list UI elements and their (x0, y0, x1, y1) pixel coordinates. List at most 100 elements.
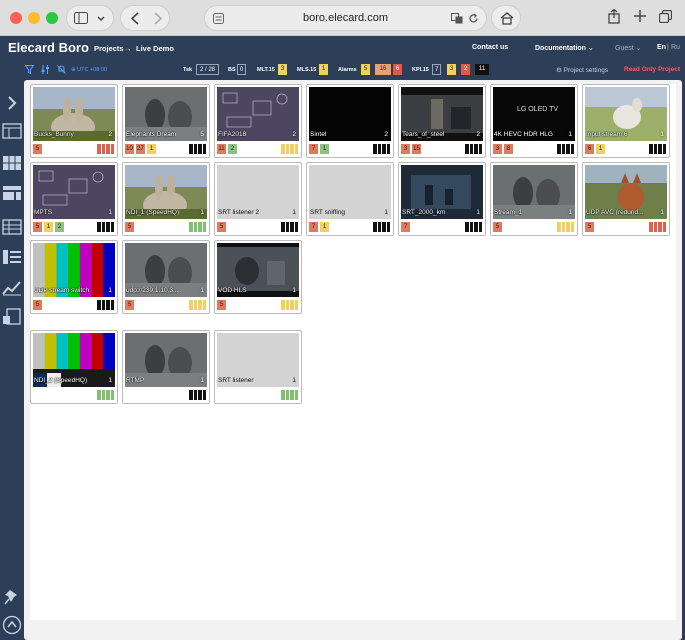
alert-badge[interactable]: 2 (228, 144, 237, 154)
alert-badge[interactable]: 5 (33, 300, 42, 310)
stream-tile[interactable]: Elephants Dream 5 10 27 1 (122, 84, 210, 158)
kpi-value-4[interactable]: 11 (475, 64, 489, 75)
alert-badge[interactable]: 2 (55, 222, 64, 232)
dashboard-icon[interactable] (2, 122, 22, 140)
alert-badge[interactable]: 8 (504, 144, 513, 154)
alert-badge[interactable]: 5 (585, 222, 594, 232)
stream-tile[interactable]: Stream_1 1 5 (490, 162, 578, 236)
kpi-value-1[interactable]: 7 (432, 64, 442, 75)
mute-icon[interactable] (57, 65, 66, 74)
back-icon[interactable] (131, 12, 139, 25)
mls-value[interactable]: 1 (319, 64, 328, 75)
tab-overview-icon[interactable] (659, 10, 672, 23)
alert-badge[interactable]: 5 (33, 144, 42, 154)
alert-badge[interactable]: 5 (217, 300, 226, 310)
contact-link[interactable]: Contact us (472, 44, 508, 51)
mls-label: MLS.15 (297, 67, 317, 73)
stream-tile[interactable]: VOD HLS 1 5 (214, 240, 302, 314)
lang-en[interactable]: En (657, 44, 666, 51)
stream-tile[interactable]: udp://239.1.10.3... 1 5 (122, 240, 210, 314)
alert-badge[interactable]: 7 (309, 144, 318, 154)
stream-tile[interactable]: Bucks_Bunny 2 5 (30, 84, 118, 158)
mlt-value[interactable]: 3 (278, 64, 287, 75)
tsk-value[interactable]: 2 / 28 (196, 64, 219, 75)
alert-badge[interactable]: 7 (309, 222, 318, 232)
translate-icon[interactable] (451, 13, 463, 24)
alarm-major-count[interactable]: 16 (375, 64, 391, 75)
alarm-warning-count[interactable]: 5 (361, 64, 370, 75)
signal-bars-icon (649, 222, 666, 232)
alert-badge[interactable]: 3 (493, 144, 502, 154)
home-button[interactable] (491, 5, 521, 31)
chart-icon[interactable] (2, 279, 22, 297)
table-icon[interactable] (2, 218, 22, 236)
alert-badge[interactable]: 5 (125, 222, 134, 232)
alert-badge[interactable]: 5 (125, 300, 134, 310)
breadcrumb-projects[interactable]: Projects (94, 44, 124, 53)
stream-tile[interactable]: NDI_1 (SpeedHQ) 1 5 (122, 162, 210, 236)
alarm-critical-count[interactable]: 6 (393, 64, 402, 75)
zoom-window-button[interactable] (46, 12, 58, 24)
sidebar-toggle-button[interactable] (66, 5, 114, 31)
alert-badge[interactable]: 11 (217, 144, 226, 154)
alert-badge[interactable]: 15 (412, 144, 421, 154)
app-logo[interactable]: Elecard Boro (8, 40, 89, 55)
alert-badge[interactable]: 7 (401, 222, 410, 232)
list-icon[interactable] (2, 248, 22, 266)
close-window-button[interactable] (10, 12, 22, 24)
stream-tile[interactable]: SRT_2000_km 1 7 (398, 162, 486, 236)
project-settings-button[interactable]: ⚙ Project settings (556, 66, 608, 74)
sliders-icon[interactable] (41, 65, 50, 74)
alert-badge[interactable]: 6 (585, 144, 594, 154)
bs-value[interactable]: 0 (237, 64, 247, 75)
alert-badge[interactable]: 1 (147, 144, 156, 154)
stream-count: 2 (476, 131, 480, 138)
stream-tile[interactable]: Tears_of_steel 2 3 15 (398, 84, 486, 158)
stream-tile[interactable]: FIFA2018 2 11 2 (214, 84, 302, 158)
alert-badge[interactable]: 27 (136, 144, 145, 154)
stream-tile[interactable]: SRT sniffing 1 7 1 (306, 162, 394, 236)
share-icon[interactable] (608, 9, 620, 24)
kpi-value-2[interactable]: 3 (447, 64, 456, 75)
stream-tile[interactable]: NDI_2 (SpeedHQ) 1 (30, 330, 118, 404)
stream-tile[interactable]: UDP AVC (redund... 1 5 (582, 162, 670, 236)
scroll-top-icon[interactable] (2, 615, 22, 637)
alert-badge[interactable]: 10 (125, 144, 134, 154)
kpi-value-3[interactable]: 2 (461, 64, 470, 75)
alert-badge[interactable]: 3 (401, 144, 410, 154)
minimize-window-button[interactable] (28, 12, 40, 24)
stream-tile[interactable]: LG OLED TV 4K HEVC HDR HLG 1 3 8 (490, 84, 578, 158)
alert-badge[interactable]: 5 (493, 222, 502, 232)
pin-icon[interactable] (2, 588, 22, 606)
alert-badge[interactable]: 1 (44, 222, 53, 232)
stream-tile[interactable]: Input stream 6161 (582, 84, 670, 158)
report-icon[interactable] (2, 308, 22, 326)
alert-badge[interactable]: 1 (320, 222, 329, 232)
stream-tile[interactable]: Sintel 2 7 1 (306, 84, 394, 158)
stream-tile[interactable]: SRT listener 1 (214, 330, 302, 404)
forward-icon[interactable] (154, 12, 162, 25)
alert-badge[interactable]: 1 (320, 144, 329, 154)
layout-icon[interactable] (2, 184, 22, 202)
guest-menu[interactable]: Guest ⌄ (615, 44, 642, 52)
stream-name: Stream_1 (494, 209, 523, 216)
stream-tile[interactable]: SRT listener 2 1 5 (214, 162, 302, 236)
stream-tile[interactable]: UDP stream switch 1 5 (30, 240, 118, 314)
grid-view-icon[interactable] (2, 154, 22, 172)
address-bar[interactable]: boro.elecard.com (204, 5, 487, 31)
filter-icon[interactable] (25, 65, 34, 74)
documentation-menu[interactable]: Documentation ⌄ (535, 44, 594, 52)
alert-badge[interactable]: 1 (596, 144, 605, 154)
breadcrumb-arrow-icon: → (124, 44, 132, 53)
timezone-label[interactable]: ⊕ UTC +08:00 (71, 67, 107, 73)
alert-badges: 5 (33, 300, 42, 310)
stream-tile[interactable]: MPTS 1 5 1 2 (30, 162, 118, 236)
lang-ru[interactable]: Ru (671, 44, 680, 51)
home-icon (500, 12, 514, 25)
alert-badge[interactable]: 5 (33, 222, 42, 232)
reload-icon[interactable] (468, 13, 479, 24)
new-tab-icon[interactable] (634, 10, 646, 22)
alert-badge[interactable]: 5 (217, 222, 226, 232)
expand-nav-icon[interactable] (2, 94, 22, 112)
stream-tile[interactable]: RTMP 1 (122, 330, 210, 404)
